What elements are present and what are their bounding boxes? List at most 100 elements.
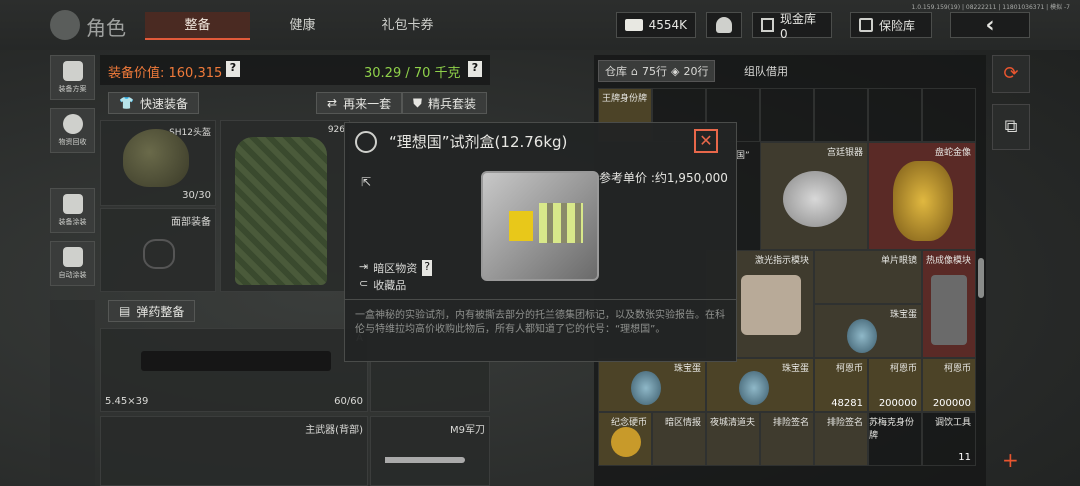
storage-cell[interactable]: 夜城清道夫: [706, 412, 760, 466]
item-name: 宫廷银器: [826, 148, 863, 158]
item-name: 夜城清道夫: [709, 418, 755, 428]
storage-cell[interactable]: 盘蛇金像: [868, 142, 976, 250]
globe-icon: [355, 131, 377, 153]
primary-weapon-slot[interactable]: A 5.45×39 60/60: [100, 328, 368, 412]
vest-slot[interactable]: 926: [220, 120, 350, 292]
value-help-icon[interactable]: ?: [226, 61, 240, 77]
storage-cell[interactable]: 调饮工具 11: [922, 412, 976, 466]
storage-rows-1: 75行: [641, 65, 667, 78]
item-name: 柯恩币: [889, 364, 917, 374]
helmet-image: [123, 129, 189, 187]
storage-cell[interactable]: 柯恩币 200000: [868, 358, 922, 412]
silver-plate-image: [783, 171, 847, 227]
safe-vault-button[interactable]: 保险库: [850, 12, 932, 38]
cash-vault-button[interactable]: 现金库 0: [752, 11, 832, 41]
cash-vault-label: 现金库 0: [780, 11, 817, 41]
storage-rows-2: 20行: [683, 65, 709, 78]
ammo-equip-button[interactable]: ▤ 弹药整备: [108, 300, 196, 322]
jewel-egg-image: [631, 371, 661, 405]
rifle-image: [141, 351, 331, 371]
storage-cell[interactable]: 珠宝蛋: [598, 358, 706, 412]
storage-tab-label: 仓库: [605, 65, 627, 78]
item-count: 48281: [831, 398, 863, 409]
auto-paint-icon: [62, 247, 83, 267]
tag-icon: ◈: [670, 64, 680, 78]
item-name: 珠宝蛋: [673, 364, 701, 374]
reference-price: 参考单价 :约1,950,000: [599, 171, 728, 185]
version-text: 1.0.159.159(19) | 08222211 | 11801036371…: [911, 4, 1070, 11]
recycle-button[interactable]: 物资回收: [50, 108, 95, 153]
tab-equip[interactable]: 整备: [145, 12, 250, 40]
item-count: 11: [958, 452, 971, 463]
share-icon[interactable]: ⇱: [361, 175, 371, 189]
item-name: 珠宝蛋: [889, 310, 917, 320]
collectible-label: 收藏品: [373, 279, 407, 292]
stack-button[interactable]: ⧉: [992, 104, 1030, 150]
item-name: 王牌身份牌: [601, 94, 647, 104]
biohazard-icon: [509, 211, 533, 241]
helmet-slot[interactable]: SH12头盔 30/30: [100, 120, 216, 206]
back-weapon-slot[interactable]: 主武器(背部): [100, 416, 368, 486]
cash-icon: [625, 19, 643, 31]
close-button[interactable]: ✕: [694, 129, 718, 153]
storage-tab[interactable]: 仓库 ⌂ 75行 ◈ 20行: [598, 60, 716, 82]
again-button[interactable]: ⇄ 再来一套: [316, 92, 403, 114]
divider: [345, 299, 736, 300]
storage-cell[interactable]: 柯恩币 200000: [922, 358, 976, 412]
storage-cell[interactable]: [760, 88, 814, 142]
secondary-slot[interactable]: [370, 360, 490, 412]
home-icon: ⌂: [631, 64, 638, 78]
storage-cell[interactable]: 柯恩币 48281: [814, 358, 868, 412]
storage-cell[interactable]: 单片眼镜: [814, 250, 922, 304]
storage-cell[interactable]: [868, 88, 922, 142]
back-button[interactable]: ‹: [950, 12, 1030, 38]
storage-cell[interactable]: 暗区情报: [652, 412, 706, 466]
chevron-left-icon: ‹: [985, 12, 995, 38]
storage-cell[interactable]: [814, 88, 868, 142]
shield-icon: ⛊: [413, 95, 423, 110]
storage-scrollbar[interactable]: [978, 258, 984, 298]
tab-gift-coupons[interactable]: 礼包卡券: [355, 12, 460, 40]
jewel-egg-image: [847, 319, 877, 353]
equipment-plan-button[interactable]: 装备方案: [50, 55, 95, 100]
storage-cell[interactable]: 排险签名: [760, 412, 814, 466]
shirt-icon: 👕: [119, 96, 134, 110]
item-name: 单片眼镜: [880, 256, 917, 266]
weight-display: 30.29 / 70 千克: [364, 66, 461, 81]
avatar-button[interactable]: [706, 12, 742, 38]
elite-set-button[interactable]: ⛊ 精兵套装: [402, 92, 488, 114]
weight-help-icon[interactable]: ?: [468, 61, 482, 77]
paint-button[interactable]: 装备涂装: [50, 188, 95, 233]
quick-equip-button[interactable]: 👕 快速装备: [108, 92, 199, 114]
storage-cell[interactable]: 珠宝蛋: [706, 358, 814, 412]
partial-item-label: 国”: [736, 151, 750, 161]
face-label: 面部装备: [171, 217, 211, 228]
team-borrow-tab[interactable]: 组队借用: [744, 63, 788, 79]
auto-paint-label: 自动涂装: [58, 271, 87, 279]
vest-image: [235, 137, 327, 285]
storage-cell[interactable]: 排险签名: [814, 412, 868, 466]
weapon-ammo: 5.45×39: [105, 396, 149, 407]
vials-image: [539, 203, 583, 243]
storage-cell[interactable]: 纪念硬币: [598, 412, 652, 466]
avatar-icon: [716, 17, 732, 33]
weapon-durability: 60/60: [334, 396, 363, 407]
auto-paint-button[interactable]: 自动涂装: [50, 241, 95, 286]
storage-cell[interactable]: 宫廷银器: [760, 142, 868, 250]
storage-cell[interactable]: 热成像模块: [922, 250, 976, 358]
back-weapon-label: 主武器(背部): [305, 425, 363, 436]
sort-button[interactable]: ⟳: [992, 55, 1030, 93]
add-storage-button[interactable]: +: [1002, 448, 1019, 472]
exit-icon: ⇥: [359, 260, 369, 273]
item-name: 排险签名: [826, 418, 863, 428]
storage-cell[interactable]: 苏梅克身份牌: [868, 412, 922, 466]
storage-cell[interactable]: 珠宝蛋: [814, 304, 922, 358]
storage-cell[interactable]: [922, 88, 976, 142]
item-detail-popup: “理想国”试剂盒(12.76kg) ✕ ⇱ 参考单价 :约1,950,000 ⇥…: [344, 122, 737, 362]
knife-slot[interactable]: M9军刀: [370, 416, 490, 486]
tag-help-icon[interactable]: ?: [422, 260, 433, 276]
close-icon: ✕: [699, 131, 713, 150]
tab-health[interactable]: 健康: [250, 12, 355, 40]
face-slot[interactable]: 面部装备: [100, 208, 216, 292]
equipment-plan-label: 装备方案: [58, 85, 87, 93]
